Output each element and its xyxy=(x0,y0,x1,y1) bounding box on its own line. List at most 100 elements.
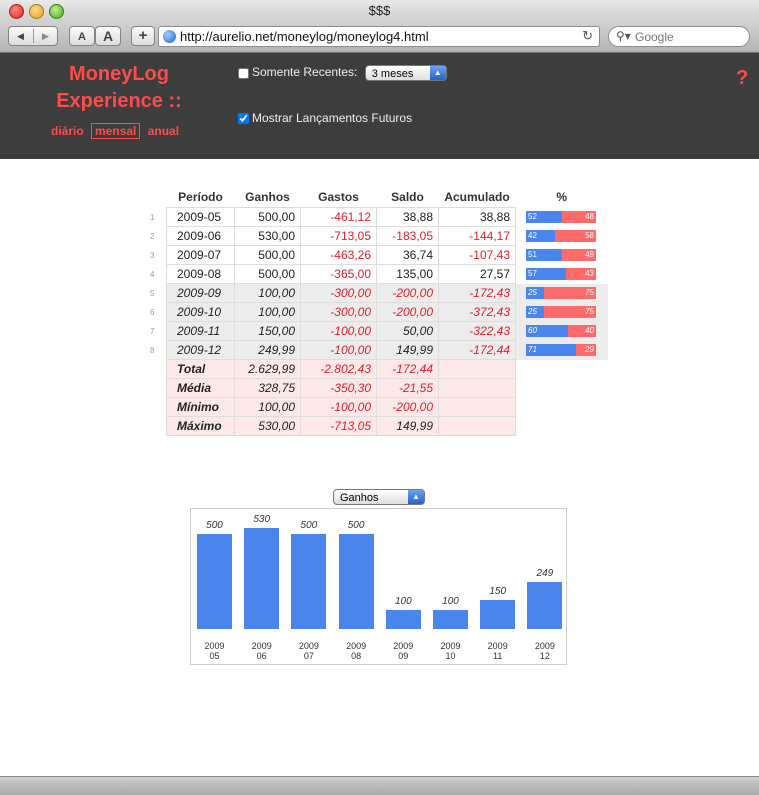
gastos-cell: -461,12 xyxy=(300,207,377,227)
percent-bar: 71 29 xyxy=(526,344,596,356)
table-row[interactable]: 4 2009-08 500,00 -365,00 135,00 27,57 57 43 xyxy=(146,264,609,284)
url-text[interactable]: http://aurelio.net/moneylog/moneylog4.ht… xyxy=(180,28,429,45)
view-monthly-link[interactable]: mensal xyxy=(91,123,141,139)
minimize-window-button[interactable] xyxy=(29,4,44,19)
ganhos-cell: 100,00 xyxy=(234,302,301,322)
col-ganhos-header[interactable]: Ganhos xyxy=(235,187,301,208)
text-bigger-button[interactable]: A xyxy=(95,26,121,46)
col-saldo-header[interactable]: Saldo xyxy=(377,187,439,208)
gastos-cell: -463,26 xyxy=(300,245,377,265)
app-header: MoneyLog Experience :: diário mensal anu… xyxy=(0,53,759,159)
ganhos-cell: 100,00 xyxy=(234,397,301,417)
search-input[interactable] xyxy=(635,29,741,44)
col-acumulado-header[interactable]: Acumulado xyxy=(439,187,516,208)
row-number: 2 xyxy=(150,231,155,241)
gastos-percent-label: 75 xyxy=(585,307,594,316)
table-row[interactable]: 8 2009-12 249,99 -100,00 149,99 -172,44 71 29 xyxy=(146,340,608,360)
chart-bar[interactable] xyxy=(197,534,232,629)
summary-row: Máximo 530,00 -713,05 149,99 xyxy=(146,416,608,436)
saldo-cell: 50,00 xyxy=(376,321,439,341)
acumulado-cell xyxy=(438,397,516,417)
gastos-cell: -300,00 xyxy=(300,283,377,303)
saldo-cell: 38,88 xyxy=(376,207,439,227)
col-periodo-header[interactable]: Período xyxy=(167,187,235,208)
row-number: 5 xyxy=(146,283,167,303)
chart-bar[interactable] xyxy=(385,610,421,629)
help-link[interactable]: ? xyxy=(736,67,748,90)
view-daily-link[interactable]: diário xyxy=(51,124,84,138)
chart-x-tick-label: 2009 12 xyxy=(534,641,555,661)
table-row[interactable]: 6 2009-10 100,00 -300,00 -200,00 -372,43 25 75 xyxy=(146,302,608,322)
chart-value-label: 249 xyxy=(536,568,554,579)
back-arrow-icon[interactable]: ◀ xyxy=(17,27,24,45)
row-number: 8 xyxy=(146,340,167,360)
acumulado-cell: -107,43 xyxy=(438,245,516,265)
period-cell: 2009-09 xyxy=(166,283,235,303)
recent-option: Somente Recentes: 3 meses ▲ xyxy=(238,65,447,81)
table-row[interactable]: 3 2009-07 500,00 -463,26 36,74 -107,43 51 49 xyxy=(146,245,608,265)
chart-bar[interactable] xyxy=(480,600,516,629)
gastos-percent-label: 49 xyxy=(585,250,594,259)
view-yearly-link[interactable]: anual xyxy=(148,124,179,138)
chart-value-label: 500 xyxy=(300,520,318,531)
recent-label: Somente Recentes: xyxy=(252,65,358,80)
saldo-cell: -172,44 xyxy=(376,359,439,379)
col-gastos-header[interactable]: Gastos xyxy=(301,187,377,208)
text-smaller-button[interactable]: A xyxy=(69,26,95,46)
add-bookmark-button[interactable]: + xyxy=(131,26,155,46)
search-icon: ⚲▾ xyxy=(616,29,631,43)
ganhos-cell: 2.629,99 xyxy=(234,359,301,379)
forward-arrow-icon[interactable]: ▶ xyxy=(42,27,49,45)
chart-bar[interactable] xyxy=(433,610,468,629)
summary-label: Máximo xyxy=(166,416,235,436)
address-bar[interactable]: http://aurelio.net/moneylog/moneylog4.ht… xyxy=(158,26,600,47)
percent-cell: 57 43 xyxy=(516,265,609,284)
summary-row: Média 328,75 -350,30 -21,55 xyxy=(146,378,608,398)
chart-x-tick-label: 2009 05 xyxy=(204,641,225,661)
gastos-cell: -300,00 xyxy=(300,302,377,322)
chart-x-tick-label: 2009 07 xyxy=(298,641,319,661)
row-number: 1 xyxy=(150,212,155,222)
chart-value-label: 500 xyxy=(347,520,365,531)
table-row[interactable]: 5 2009-09 100,00 -300,00 -200,00 -172,43 25 75 xyxy=(146,283,608,303)
chart-bar[interactable] xyxy=(244,528,280,629)
table-row[interactable]: 1 2009-05 500,00 -461,12 38,88 38,88 52 48 xyxy=(146,207,608,227)
search-box[interactable]: ⚲▾ xyxy=(608,26,750,47)
ganhos-bar-chart: 500 2009 05 530 2009 06 500 2009 07 500 2009 08 100 2… xyxy=(190,508,567,665)
period-cell: 2009-10 xyxy=(166,302,235,322)
percent-cell xyxy=(515,359,608,379)
table-row[interactable]: 7 2009-11 150,00 -100,00 50,00 -322,43 60 40 xyxy=(146,321,608,341)
future-checkbox[interactable] xyxy=(238,113,249,125)
chart-x-tick-label: 2009 10 xyxy=(440,641,461,661)
summary-label: Média xyxy=(166,378,235,398)
period-cell: 2009-11 xyxy=(166,321,235,341)
percent-bar: 52 48 xyxy=(526,211,596,223)
gastos-cell: -365,00 xyxy=(300,264,377,284)
ganhos-cell: 328,75 xyxy=(234,378,301,398)
gastos-cell: -100,00 xyxy=(300,397,377,417)
table-row[interactable]: 2 2009-06 530,00 -713,05 -183,05 -144,17 42 58 xyxy=(146,226,608,246)
period-cell: 2009-06 xyxy=(166,226,235,246)
row-number xyxy=(146,359,167,379)
close-window-button[interactable] xyxy=(9,4,24,19)
ganhos-percent-label: 71 xyxy=(528,345,537,354)
chart-bar[interactable] xyxy=(338,534,374,629)
ganhos-percent-label: 51 xyxy=(528,250,537,259)
chart-metric-select[interactable]: Ganhos ▲ xyxy=(333,489,425,505)
saldo-cell: -200,00 xyxy=(376,397,439,417)
chart-x-tick-label: 2009 11 xyxy=(487,641,508,661)
ganhos-cell: 500,00 xyxy=(234,264,301,284)
gastos-cell: -100,00 xyxy=(300,340,377,360)
reload-icon[interactable]: ↻ xyxy=(582,28,593,44)
recent-period-select[interactable]: 3 meses ▲ xyxy=(364,65,447,81)
recent-checkbox[interactable] xyxy=(238,67,249,79)
ganhos-cell: 100,00 xyxy=(234,283,301,303)
saldo-cell: -183,05 xyxy=(376,226,439,246)
zoom-window-button[interactable] xyxy=(49,4,64,19)
ganhos-percent-label: 42 xyxy=(528,231,537,240)
row-number xyxy=(146,397,167,417)
ganhos-cell: 500,00 xyxy=(234,245,301,265)
chart-bar[interactable] xyxy=(527,582,563,629)
chart-bar[interactable] xyxy=(291,534,327,629)
chart-value-label: 530 xyxy=(253,514,271,525)
